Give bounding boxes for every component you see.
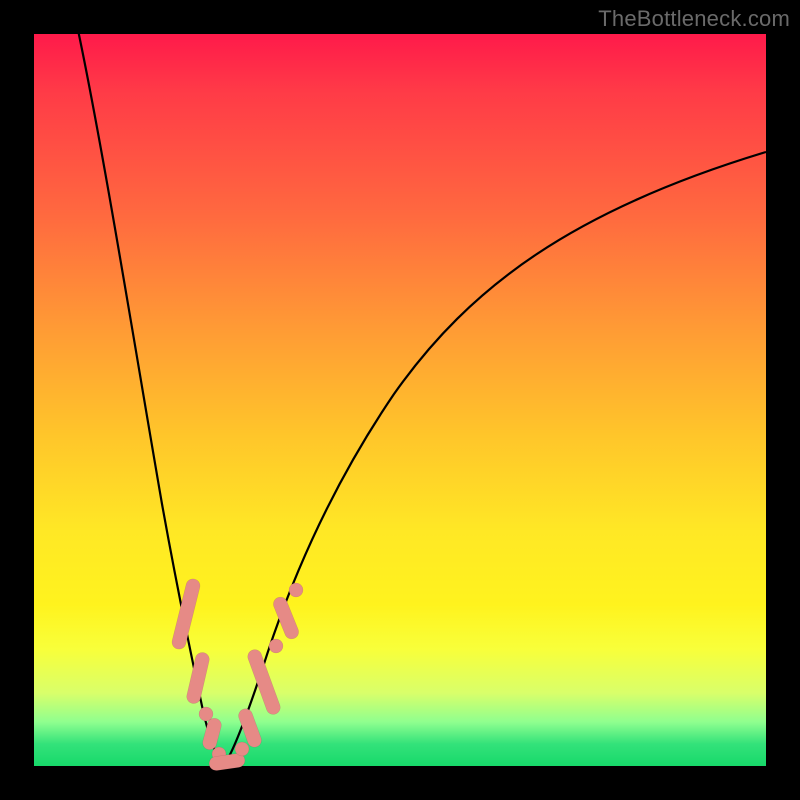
highlight-dot [235,742,249,756]
plot-area [34,34,766,766]
highlight-dot [289,583,303,597]
watermark-text: TheBottleneck.com [598,6,790,32]
highlight-segment [185,651,210,705]
highlight-segment [246,648,282,717]
highlight-segment [201,717,223,752]
highlight-dot [199,707,213,721]
chart-svg [34,34,766,766]
highlight-segment [170,577,201,650]
highlight-segment [271,595,300,641]
curve-right-branch [224,152,766,765]
chart-frame: TheBottleneck.com [0,0,800,800]
highlight-dot [269,639,283,653]
